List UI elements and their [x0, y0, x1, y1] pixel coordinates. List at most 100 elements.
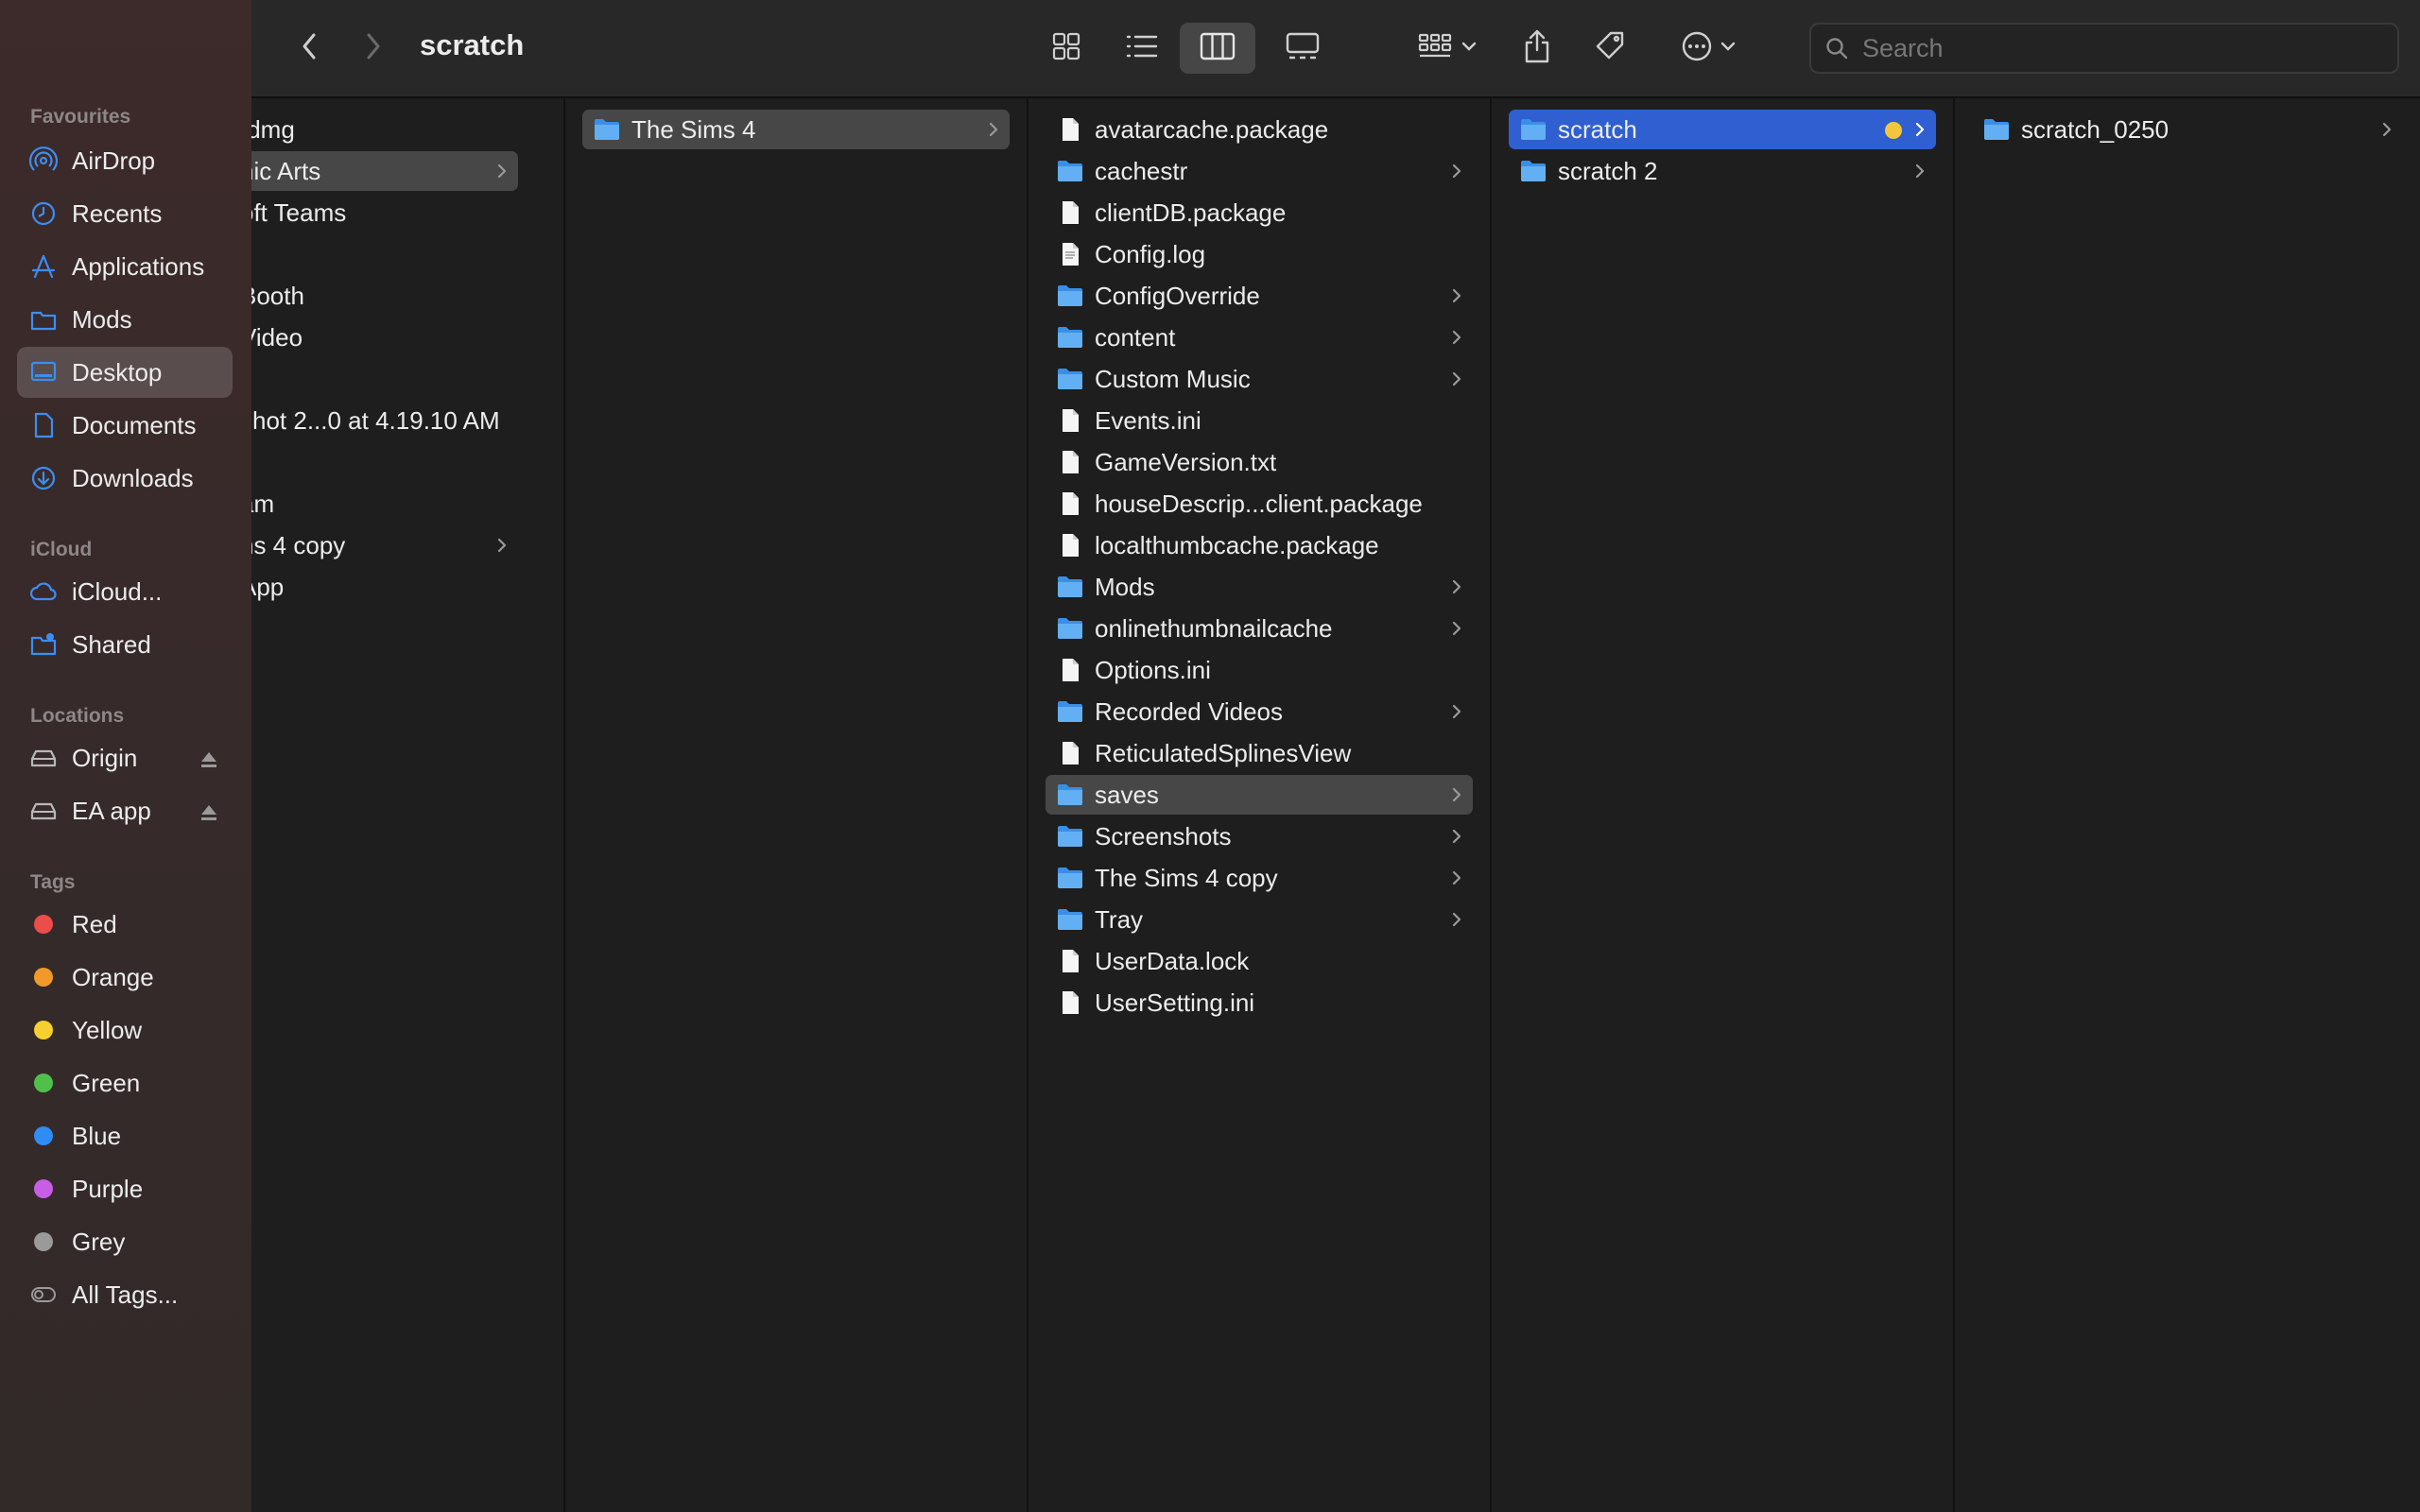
folder-row[interactable]: Recorded Videos [1046, 692, 1473, 731]
file-row[interactable]: UserSetting.ini [1046, 983, 1473, 1022]
file-row[interactable] [251, 442, 518, 482]
tags-heading: Tags [30, 871, 76, 893]
sidebar-item-tag[interactable]: Red [17, 899, 233, 950]
folder-row[interactable]: saves [1046, 775, 1473, 815]
folder-icon [1057, 615, 1083, 642]
back-button[interactable] [285, 23, 333, 74]
airdrop-icon [23, 146, 64, 175]
eject-icon[interactable] [199, 800, 219, 830]
file-row[interactable] [251, 359, 518, 399]
file-row[interactable]: localthumbcache.package [1046, 525, 1473, 565]
tag-button[interactable] [1582, 23, 1639, 74]
file-row[interactable]: App [251, 567, 518, 607]
sidebar-item-tag[interactable]: Yellow [17, 1005, 233, 1056]
item-name: cachestr [1095, 156, 1188, 185]
sidebar-item-downloads[interactable]: Downloads [17, 453, 233, 504]
list-view-button[interactable] [1114, 23, 1170, 74]
file-row[interactable]: clientDB.package [1046, 193, 1473, 232]
chevron-right-icon [1450, 825, 1463, 854]
folder-row[interactable]: scratch 2 [1509, 151, 1936, 191]
file-row[interactable]: Video [251, 318, 518, 357]
item-name: clientDB.package [1095, 198, 1287, 227]
sidebar-item-recents[interactable]: Recents [17, 188, 233, 239]
item-name: Booth [251, 281, 304, 310]
gallery-view-button[interactable] [1265, 23, 1340, 74]
file-row[interactable]: shot 2...0 at 4.19.10 AM [251, 401, 518, 440]
folder-icon [594, 116, 620, 143]
sidebar-item-label: Blue [72, 1121, 122, 1150]
file-row[interactable]: Booth [251, 276, 518, 316]
sidebar-item-applications[interactable]: Applications [17, 241, 233, 292]
folder-row[interactable]: The Sims 4 copy [1046, 858, 1473, 898]
folder-row[interactable]: Custom Music [1046, 359, 1473, 399]
sidebar: Favourites AirDrop Recents Applications … [0, 0, 253, 1512]
folder-row[interactable]: Mods [1046, 567, 1473, 607]
sidebar-item-icloud-drive[interactable]: iCloud... [17, 566, 233, 617]
folder-row[interactable]: Screenshots [1046, 816, 1473, 856]
file-row[interactable]: .dmg [251, 110, 518, 149]
file-row[interactable]: houseDescrip...client.package [1046, 484, 1473, 524]
sidebar-item-ea-app[interactable]: EA app [17, 785, 233, 836]
sidebar-item-tag[interactable]: Green [17, 1057, 233, 1108]
file-row[interactable]: ns 4 copy [251, 525, 518, 565]
sidebar-item-tag[interactable]: All Tags... [17, 1269, 233, 1320]
sidebar-item-origin[interactable]: Origin [17, 732, 233, 783]
file-row[interactable]: GameVersion.txt [1046, 442, 1473, 482]
sidebar-item-label: Recents [72, 198, 163, 228]
column-1: .dmg nic Arts oft Teams Booth Video shot 2...… [251, 98, 565, 1512]
column-3: avatarcache.package cachestr clientDB.pack… [1028, 98, 1492, 1512]
column-view-button[interactable] [1180, 23, 1255, 74]
share-button[interactable] [1509, 23, 1565, 74]
sidebar-item-label: Mods [72, 304, 132, 334]
item-name: Recorded Videos [1095, 696, 1283, 726]
item-name: Tray [1095, 904, 1144, 934]
eject-icon[interactable] [199, 747, 219, 777]
sidebar-item-label: All Tags... [72, 1280, 179, 1309]
file-row[interactable]: ReticulatedSplinesView [1046, 733, 1473, 773]
sidebar-item-tag[interactable]: Purple [17, 1163, 233, 1214]
chevron-right-icon [1450, 783, 1463, 813]
file-row[interactable]: avatarcache.package [1046, 110, 1473, 149]
sidebar-item-label: Applications [72, 251, 205, 281]
folder-row[interactable]: Tray [1046, 900, 1473, 939]
folder-row[interactable]: scratch_0250 [1972, 110, 2403, 149]
window-title: scratch [420, 28, 525, 61]
cloud-icon [23, 577, 64, 606]
column-2: The Sims 4 [565, 98, 1028, 1512]
folder-row[interactable]: The Sims 4 [582, 110, 1010, 149]
file-row[interactable]: oft Teams [251, 193, 518, 232]
folder-row[interactable]: ConfigOverride [1046, 276, 1473, 316]
folder-row[interactable]: scratch [1509, 110, 1936, 149]
sidebar-item-airdrop[interactable]: AirDrop [17, 135, 233, 186]
file-row[interactable]: Options.ini [1046, 650, 1473, 690]
sidebar-item-documents[interactable]: Documents [17, 400, 233, 451]
action-menu-button[interactable] [1668, 23, 1749, 74]
file-row[interactable]: UserData.lock [1046, 941, 1473, 981]
search-field[interactable]: Search [1809, 23, 2399, 74]
sidebar-item-desktop[interactable]: Desktop [17, 347, 233, 398]
chevron-right-icon [1450, 700, 1463, 730]
sidebar-item-mods[interactable]: Mods [17, 294, 233, 345]
group-button[interactable] [1407, 23, 1488, 74]
folder-row[interactable]: onlinethumbnailcache [1046, 609, 1473, 648]
sidebar-item-tag[interactable]: Orange [17, 952, 233, 1003]
sidebar-item-tag[interactable]: Blue [17, 1110, 233, 1161]
sidebar-item-label: Red [72, 909, 117, 938]
folder-row[interactable]: cachestr [1046, 151, 1473, 191]
file-row[interactable]: am [251, 484, 518, 524]
icon-view-button[interactable] [1038, 23, 1095, 74]
file-row[interactable] [251, 234, 518, 274]
file-icon [1057, 449, 1083, 475]
chevron-right-icon [364, 31, 383, 66]
file-icon [1057, 532, 1083, 558]
sidebar-item-shared[interactable]: Shared [17, 619, 233, 670]
file-row[interactable]: Events.ini [1046, 401, 1473, 440]
item-name: avatarcache.package [1095, 114, 1329, 144]
forward-button[interactable] [350, 23, 397, 74]
item-name: scratch 2 [1558, 156, 1658, 185]
item-name: UserSetting.ini [1095, 988, 1255, 1017]
file-row[interactable]: nic Arts [251, 151, 518, 191]
file-row[interactable]: Config.log [1046, 234, 1473, 274]
folder-row[interactable]: content [1046, 318, 1473, 357]
sidebar-item-tag[interactable]: Grey [17, 1216, 233, 1267]
